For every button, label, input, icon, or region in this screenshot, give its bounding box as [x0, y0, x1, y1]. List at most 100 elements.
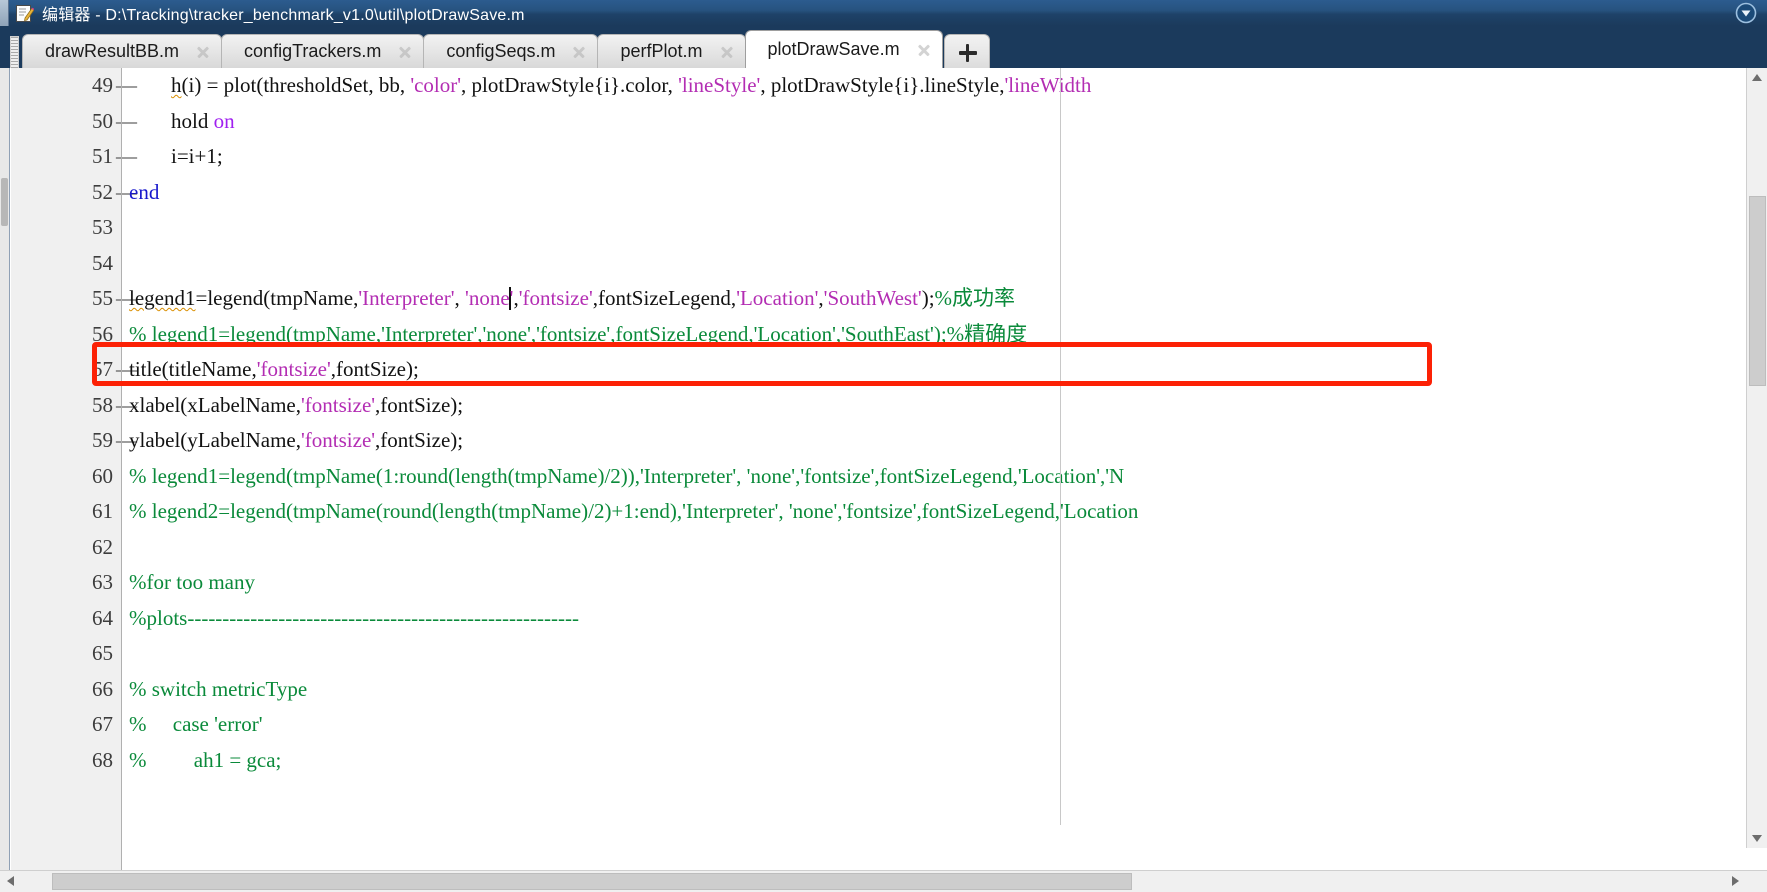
arrow-down-icon[interactable] — [1747, 828, 1767, 848]
code-token-string: 'Interpreter' — [358, 286, 455, 310]
code-token-plain: (i) = plot(thresholdSet, bb, — [181, 73, 411, 97]
code-token-comment: %成功率 — [934, 286, 1016, 310]
line-number-value: 67 — [92, 712, 113, 736]
code-token-plain: ); — [921, 286, 935, 310]
code-line[interactable]: end — [122, 175, 1767, 211]
line-number-value: 55 — [92, 286, 113, 310]
editor-tab-drawresultbb-m[interactable]: drawResultBB.m — [22, 34, 223, 68]
editor-left-margin-thumb[interactable] — [1, 178, 8, 226]
circle-chevron-down-icon[interactable] — [1735, 2, 1757, 24]
arrow-left-icon[interactable] — [0, 871, 22, 892]
code-token-comment: % legend1=legend(tmpName,'Interpreter','… — [129, 321, 1028, 346]
tab-strip-grip[interactable] — [10, 36, 19, 68]
close-icon[interactable] — [719, 44, 735, 60]
editor-tab-plotdrawsave-m[interactable]: plotDrawSave.m — [744, 30, 943, 68]
line-number: 65 — [11, 636, 121, 672]
editor-tab-label: drawResultBB.m — [45, 41, 180, 61]
new-tab-button[interactable] — [943, 34, 990, 68]
line-number-value: 56 — [92, 321, 113, 346]
code-token-comment: %for too many — [129, 570, 255, 594]
code-line[interactable]: % legend1=legend(tmpName(1:round(length(… — [122, 459, 1767, 495]
code-token-plain: =legend(tmpName, — [195, 286, 359, 310]
vertical-scrollbar-thumb[interactable] — [1749, 196, 1766, 386]
code-line[interactable]: % case 'error' — [122, 707, 1767, 743]
arrow-right-icon[interactable] — [1724, 871, 1746, 892]
close-icon[interactable] — [571, 44, 587, 60]
scrollbar-corner — [1746, 871, 1767, 892]
line-number: 62 — [11, 530, 121, 566]
line-number-value: 66 — [92, 676, 113, 701]
editor-tab-perfplot-m[interactable]: perfPlot.m — [597, 34, 746, 68]
editor-tab-configseqs-m[interactable]: configSeqs.m — [423, 34, 599, 68]
code-token-comment: % ah1 = gca; — [129, 747, 282, 772]
line-number-value: 65 — [92, 641, 113, 665]
code-line[interactable]: % switch metricType — [122, 672, 1767, 708]
editor-document-pencil-icon — [15, 4, 35, 23]
code-token-plain: , plotDrawStyle{i}.color, — [461, 73, 679, 97]
line-number: 67 — [11, 707, 121, 743]
code-line[interactable]: % legend2=legend(tmpName(round(length(tm… — [122, 494, 1767, 530]
horizontal-scrollbar-thumb[interactable] — [52, 873, 1132, 890]
code-token-plain: , plotDrawStyle{i}.lineStyle, — [760, 73, 1005, 97]
close-icon[interactable] — [397, 44, 413, 60]
editor-left-margin-track[interactable] — [0, 68, 10, 870]
code-token-comment: %plots----------------------------------… — [129, 605, 579, 630]
code-token-comment: % legend1=legend(tmpName(1:round(length(… — [129, 463, 1125, 488]
line-number: 58— — [11, 388, 137, 424]
code-line[interactable]: %plots----------------------------------… — [122, 601, 1767, 637]
code-token-string: 'SouthWest' — [823, 286, 922, 310]
code-line[interactable]: title(titleName,'fontsize',fontSize); — [122, 352, 1767, 388]
line-number-gutter: 49—50—51—52— 53 54 55— 56 57—58—59— 60 61 62 63 64… — [11, 68, 137, 870]
code-line[interactable]: ylabel(yLabelName,'fontsize',fontSize); — [122, 423, 1767, 459]
code-line[interactable]: % ah1 = gca; — [122, 743, 1767, 779]
code-line[interactable]: xlabel(xLabelName,'fontsize',fontSize); — [122, 388, 1767, 424]
code-line[interactable]: i=i+1; — [122, 139, 1767, 175]
arrow-up-icon[interactable] — [1747, 68, 1767, 88]
line-number: 50— — [11, 104, 137, 140]
editor-tab-label: configTrackers.m — [244, 41, 382, 61]
code-line[interactable] — [122, 246, 1767, 282]
code-token-comment: % legend2=legend(tmpName(round(length(tm… — [129, 499, 1139, 523]
code-token-keyword: end — [129, 179, 160, 204]
line-number: 64 — [11, 601, 121, 637]
line-number-value: 61 — [92, 499, 113, 523]
code-token-string: 'lineStyle' — [678, 73, 761, 97]
tab-strip: drawResultBB.m configTrackers.m configSeqs… — [0, 26, 990, 68]
code-line[interactable] — [122, 636, 1767, 672]
code-line[interactable]: legend1=legend(tmpName,'Interpreter', 'n… — [122, 281, 1767, 317]
code-token-keyword_alt: on — [213, 108, 235, 133]
code-token-plain: xlabel(xLabelName, — [129, 392, 301, 417]
code-line[interactable]: % legend1=legend(tmpName,'Interpreter','… — [122, 317, 1767, 353]
line-number: 60 — [11, 459, 121, 495]
vertical-scrollbar[interactable] — [1746, 68, 1767, 848]
horizontal-scrollbar[interactable] — [0, 870, 1767, 892]
code-token-plain: title(titleName, — [129, 357, 257, 381]
code-token-plain: ,fontSizeLegend, — [592, 286, 737, 310]
code-line[interactable] — [122, 530, 1767, 566]
line-number-value: 54 — [92, 250, 113, 275]
editor-tab-label: plotDrawSave.m — [767, 39, 900, 59]
line-number: 52— — [11, 175, 137, 211]
line-number-value: 64 — [92, 605, 113, 630]
line-number-value: 60 — [92, 463, 113, 488]
code-line[interactable]: h(i) = plot(thresholdSet, bb, 'color', p… — [122, 68, 1767, 104]
line-number: 68 — [11, 743, 121, 779]
close-icon[interactable] — [916, 42, 932, 58]
editor-tab-label: configSeqs.m — [446, 41, 556, 61]
line-number: 49— — [11, 68, 137, 104]
code-token-comment: % switch metricType — [129, 676, 308, 701]
editor-tab-configtrackers-m[interactable]: configTrackers.m — [221, 34, 425, 68]
window-title: 编辑器 - D:\Tracking\tracker_benchmark_v1.0… — [42, 7, 525, 24]
code-line[interactable]: %for too many — [122, 565, 1767, 601]
code-lines[interactable]: h(i) = plot(thresholdSet, bb, 'color', p… — [122, 68, 1767, 778]
close-icon[interactable] — [195, 44, 211, 60]
window-titlebar[interactable]: 编辑器 - D:\Tracking\tracker_benchmark_v1.0… — [0, 0, 1767, 26]
line-number-value: 58 — [92, 392, 113, 417]
line-number-value: 59 — [92, 428, 113, 452]
code-line[interactable]: hold on — [122, 104, 1767, 140]
code-editor[interactable]: 49—50—51—52— 53 54 55— 56 57—58—59— 60 61 62 63 64… — [0, 68, 1767, 870]
line-number-value: 57 — [92, 357, 113, 381]
code-text-area[interactable]: h(i) = plot(thresholdSet, bb, 'color', p… — [122, 68, 1767, 870]
code-line[interactable] — [122, 210, 1767, 246]
line-number: 56 — [11, 317, 121, 353]
